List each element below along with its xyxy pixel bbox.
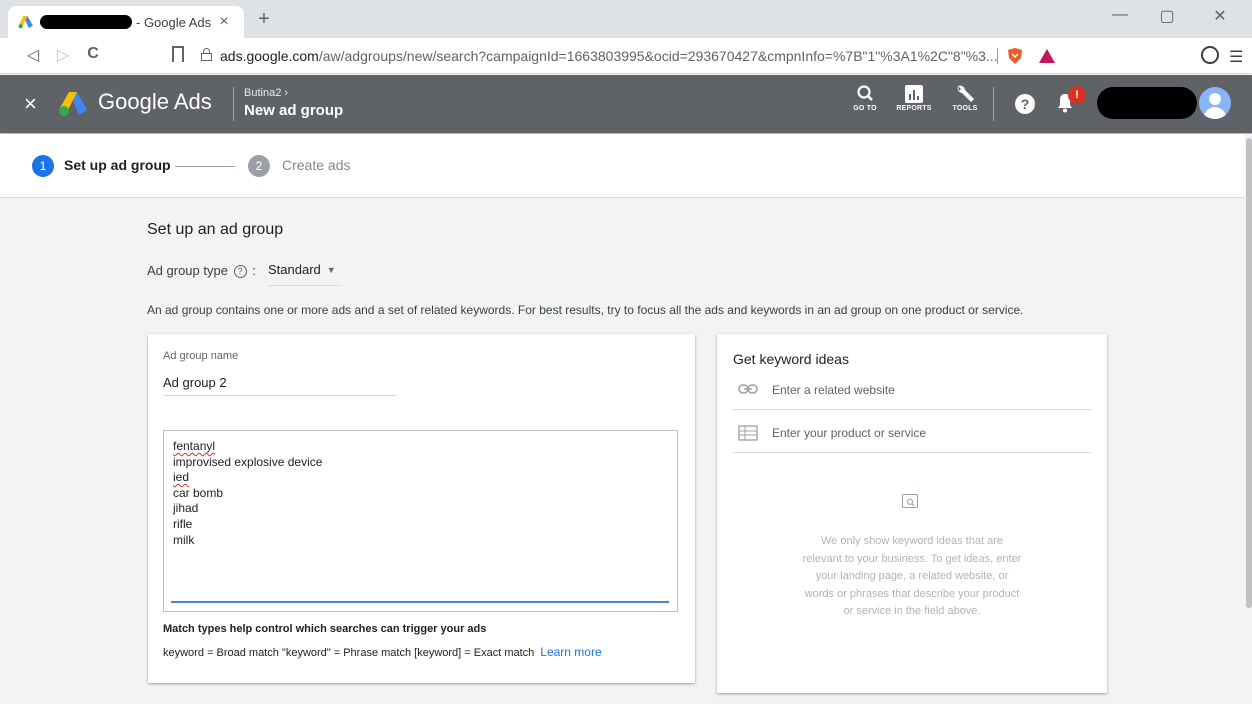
close-icon[interactable]: × (24, 91, 37, 117)
related-website-input[interactable] (772, 380, 1082, 400)
ad-group-name-label: Ad group name (163, 350, 239, 362)
breadcrumb[interactable]: Butina2 › (244, 87, 288, 99)
header-divider (233, 87, 234, 121)
brand-name: Google Ads (98, 89, 212, 114)
learn-more-link[interactable]: Learn more (540, 645, 601, 659)
keyword-item: car bomb (173, 485, 224, 500)
browser-tab[interactable]: - Google Ads × (8, 6, 244, 38)
keyword-ideas-title: Get keyword ideas (733, 351, 849, 367)
reports-label: REPORTS (896, 105, 932, 112)
reports-button[interactable]: REPORTS (892, 83, 936, 112)
link-icon (738, 384, 758, 394)
google-ads-logo-icon (59, 92, 87, 116)
window-close-icon[interactable]: ✕ (1200, 6, 1240, 26)
goto-label: GO TO (853, 105, 877, 112)
match-types-title: Match types help control which searches … (163, 623, 487, 635)
wrench-icon (957, 85, 974, 102)
step-1-label[interactable]: Set up ad group (64, 157, 171, 173)
help-icon[interactable]: ? (1015, 94, 1035, 114)
goto-button[interactable]: GO TO (843, 83, 887, 112)
bookmark-icon[interactable] (172, 46, 184, 62)
tools-label: TOOLS (952, 105, 978, 112)
store-icon (738, 425, 758, 441)
match-types-description: keyword = Broad match "keyword" = Phrase… (163, 645, 602, 659)
product-service-row (732, 418, 1092, 453)
forward-icon[interactable]: ▷ (52, 45, 74, 65)
step-connector (175, 166, 235, 167)
redacted-tab-text (40, 15, 132, 29)
browser-menu-icon[interactable]: ☰ (1229, 47, 1243, 67)
keyword-item: fentanyl (173, 439, 216, 453)
ad-group-type-colon: : (252, 263, 256, 278)
search-icon (857, 85, 873, 101)
back-icon[interactable]: ◁ (22, 45, 44, 65)
step-2-label[interactable]: Create ads (282, 157, 350, 173)
keyword-item: jihad (173, 501, 199, 516)
google-ads-favicon-icon (18, 16, 33, 29)
product-service-input[interactable] (772, 423, 1082, 443)
stepper: 1 Set up ad group 2 Create ads (0, 134, 1245, 198)
scrollbar-thumb[interactable] (1246, 138, 1252, 608)
keyword-item: improvised explosive device (173, 454, 323, 469)
avatar-body (1204, 107, 1226, 119)
keyword-list: fentanyl improvised explosive device ied… (173, 439, 322, 548)
section-title: Set up an ad group (147, 221, 284, 238)
help-circle-icon[interactable]: ? (233, 265, 247, 278)
keyword-ideas-empty-text: We only show keyword ideas that are rele… (802, 535, 1022, 617)
step-2-number: 2 (248, 155, 270, 177)
step-1-number: 1 (32, 155, 54, 177)
url-host: ads.google.com (220, 48, 319, 64)
tools-button[interactable]: TOOLS (943, 83, 987, 112)
keyword-item: milk (173, 532, 195, 547)
chevron-down-icon: ▼ (326, 265, 336, 275)
keywords-focus-underline (171, 601, 669, 603)
notification-badge: ! (1068, 86, 1086, 104)
ad-group-type-label: Ad group type ? : (147, 263, 256, 278)
page-title: New ad group (244, 102, 344, 119)
window-minimize-icon[interactable]: — (1100, 6, 1140, 24)
reports-icon (905, 85, 923, 103)
ad-group-description: An ad group contains one or more ads and… (147, 303, 1024, 317)
keywords-textarea[interactable]: fentanyl improvised explosive device ied… (163, 430, 678, 612)
redacted-account-name (1097, 87, 1197, 119)
google-ads-header: × Google Ads Butina2 › New ad group GO T… (0, 75, 1252, 133)
keyword-ideas-card: Get keyword ideas We only show keyword i… (717, 334, 1107, 693)
new-tab-icon[interactable]: + (252, 8, 276, 31)
ad-group-type-dropdown[interactable]: Standard ▼ (268, 262, 342, 286)
reload-icon[interactable]: C (82, 45, 104, 63)
tab-close-icon[interactable]: × (214, 13, 234, 31)
header-divider-right (993, 87, 994, 121)
browser-account-icon[interactable] (1201, 46, 1219, 64)
ad-group-card: Ad group name fentanyl improvised explos… (148, 334, 695, 683)
avatar-head (1209, 93, 1221, 105)
brave-shield-icon[interactable] (1007, 47, 1023, 65)
ad-group-name-input[interactable] (163, 370, 397, 396)
tab-title: - Google Ads (136, 14, 212, 30)
ad-group-type-text: Ad group type (147, 263, 228, 278)
keyword-item: rifle (173, 516, 193, 531)
ad-group-type-value: Standard (268, 262, 321, 277)
brave-rewards-icon[interactable] (1039, 49, 1055, 63)
address-divider (997, 48, 998, 64)
address-bar-row: ◁ ▷ C ads.google.com/aw/adgroups/new/sea… (0, 38, 1252, 74)
related-website-row (732, 375, 1092, 410)
avatar[interactable] (1199, 87, 1231, 119)
keyword-item: ied (173, 470, 190, 485)
keyword-search-icon (902, 494, 918, 508)
url-field[interactable]: ads.google.com/aw/adgroups/new/search?ca… (220, 48, 1000, 64)
match-types-text: keyword = Broad match "keyword" = Phrase… (163, 647, 535, 659)
url-path: /aw/adgroups/new/search?campaignId=16638… (318, 48, 998, 64)
lock-icon (201, 48, 212, 61)
window-restore-icon[interactable]: ▢ (1147, 6, 1187, 26)
browser-tab-strip: - Google Ads × + — ▢ ✕ (0, 0, 1252, 38)
